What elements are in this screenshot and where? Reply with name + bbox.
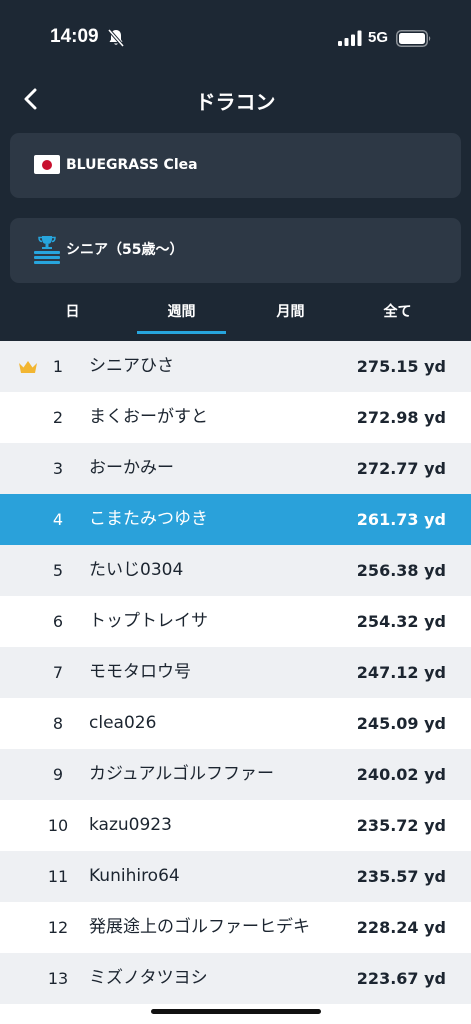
drive-distance: 272.77 yd (356, 459, 446, 478)
ranking-row[interactable]: 6 トップトレイサ 254.32 yd (0, 596, 471, 647)
player-name: 発展途上のゴルファーヒデキ (89, 917, 310, 937)
page-title: ドラコン (195, 90, 276, 114)
player-name: ミズノタツヨシ (89, 968, 208, 988)
ranking-row[interactable]: 1 シニアひさ 275.15 yd (0, 341, 471, 392)
drive-distance: 245.09 yd (356, 714, 446, 733)
drive-distance: 240.02 yd (356, 765, 446, 784)
ranking-row[interactable]: 3 おーかみー 272.77 yd (0, 443, 471, 494)
course-label: BLUEGRASS Clea (66, 157, 198, 173)
ranking-row[interactable]: 8 clea026 245.09 yd (0, 698, 471, 749)
network-label: 5G (368, 29, 389, 46)
category-selector[interactable]: シニア（55歳〜） (10, 218, 461, 283)
player-name: kazu0923 (89, 815, 172, 835)
nav-bar: ドラコン (0, 76, 471, 124)
player-name: トップトレイサ (89, 611, 208, 631)
drive-distance: 261.73 yd (356, 510, 446, 529)
course-selector[interactable]: BLUEGRASS Clea (10, 133, 461, 198)
period-tabs: 日 週間 月間 全て (0, 290, 471, 341)
rank-number: 12 (47, 918, 69, 937)
rank-number: 8 (52, 714, 64, 733)
ranking-row-current-user[interactable]: 4 こまたみつゆき 261.73 yd (0, 494, 471, 545)
player-name: おーかみー (89, 458, 174, 478)
battery-icon (396, 30, 431, 47)
signal-icon (338, 30, 362, 46)
drive-distance: 272.98 yd (356, 408, 446, 427)
player-name: まくおーがすと (89, 407, 208, 427)
header: 14:09 5G ドラコン BLUEGRASS Clea シニア（55歳〜） 日… (0, 0, 471, 341)
ranking-row[interactable]: 5 たいじ0304 256.38 yd (0, 545, 471, 596)
ranking-row[interactable]: 7 モモタロウ号 247.12 yd (0, 647, 471, 698)
player-name: Kunihiro64 (89, 866, 180, 886)
rank-number: 1 (52, 357, 64, 376)
ranking-row[interactable]: 9 カジュアルゴルフファー 240.02 yd (0, 749, 471, 800)
player-name: clea026 (89, 713, 157, 733)
podium-icon (34, 236, 60, 264)
ranking-row[interactable]: 13 ミズノタツヨシ 223.67 yd (0, 953, 471, 1004)
drive-distance: 228.24 yd (356, 918, 446, 937)
ranking-row[interactable]: 10 kazu0923 235.72 yd (0, 800, 471, 851)
ranking-list: 1 シニアひさ 275.15 yd 2 まくおーがすと 272.98 yd 3 … (0, 341, 471, 1004)
rank-number: 9 (52, 765, 64, 784)
rank-number: 11 (47, 867, 69, 886)
rank-number: 7 (52, 663, 64, 682)
ranking-row[interactable]: 12 発展途上のゴルファーヒデキ 228.24 yd (0, 902, 471, 953)
category-label: シニア（55歳〜） (66, 242, 184, 258)
ranking-row[interactable]: 2 まくおーがすと 272.98 yd (0, 392, 471, 443)
tab-all[interactable]: 全て (339, 290, 456, 334)
tab-month[interactable]: 月間 (232, 290, 349, 334)
drive-distance: 275.15 yd (356, 357, 446, 376)
drive-distance: 254.32 yd (356, 612, 446, 631)
rank-number: 10 (47, 816, 69, 835)
status-bar: 14:09 5G (0, 0, 471, 76)
tab-week[interactable]: 週間 (123, 290, 240, 334)
rank-number: 5 (52, 561, 64, 580)
active-tab-indicator (137, 331, 226, 334)
drive-distance: 223.67 yd (356, 969, 446, 988)
drive-distance: 247.12 yd (356, 663, 446, 682)
ranking-row[interactable]: 11 Kunihiro64 235.57 yd (0, 851, 471, 902)
player-name: こまたみつゆき (89, 509, 208, 529)
crown-icon (19, 361, 37, 373)
home-indicator[interactable] (151, 1009, 321, 1014)
rank-number: 3 (52, 459, 64, 478)
rank-number: 2 (52, 408, 64, 427)
tab-day[interactable]: 日 (14, 290, 131, 334)
player-name: シニアひさ (89, 356, 174, 376)
rank-number: 6 (52, 612, 64, 631)
player-name: カジュアルゴルフファー (89, 764, 274, 784)
drive-distance: 235.57 yd (356, 867, 446, 886)
status-time: 14:09 (50, 26, 99, 47)
player-name: たいじ0304 (89, 560, 184, 580)
japan-flag-icon (34, 155, 60, 174)
drive-distance: 256.38 yd (356, 561, 446, 580)
player-name: モモタロウ号 (89, 662, 191, 682)
bell-muted-icon (107, 28, 125, 48)
rank-number: 4 (52, 510, 64, 529)
drive-distance: 235.72 yd (356, 816, 446, 835)
rank-number: 13 (47, 969, 69, 988)
